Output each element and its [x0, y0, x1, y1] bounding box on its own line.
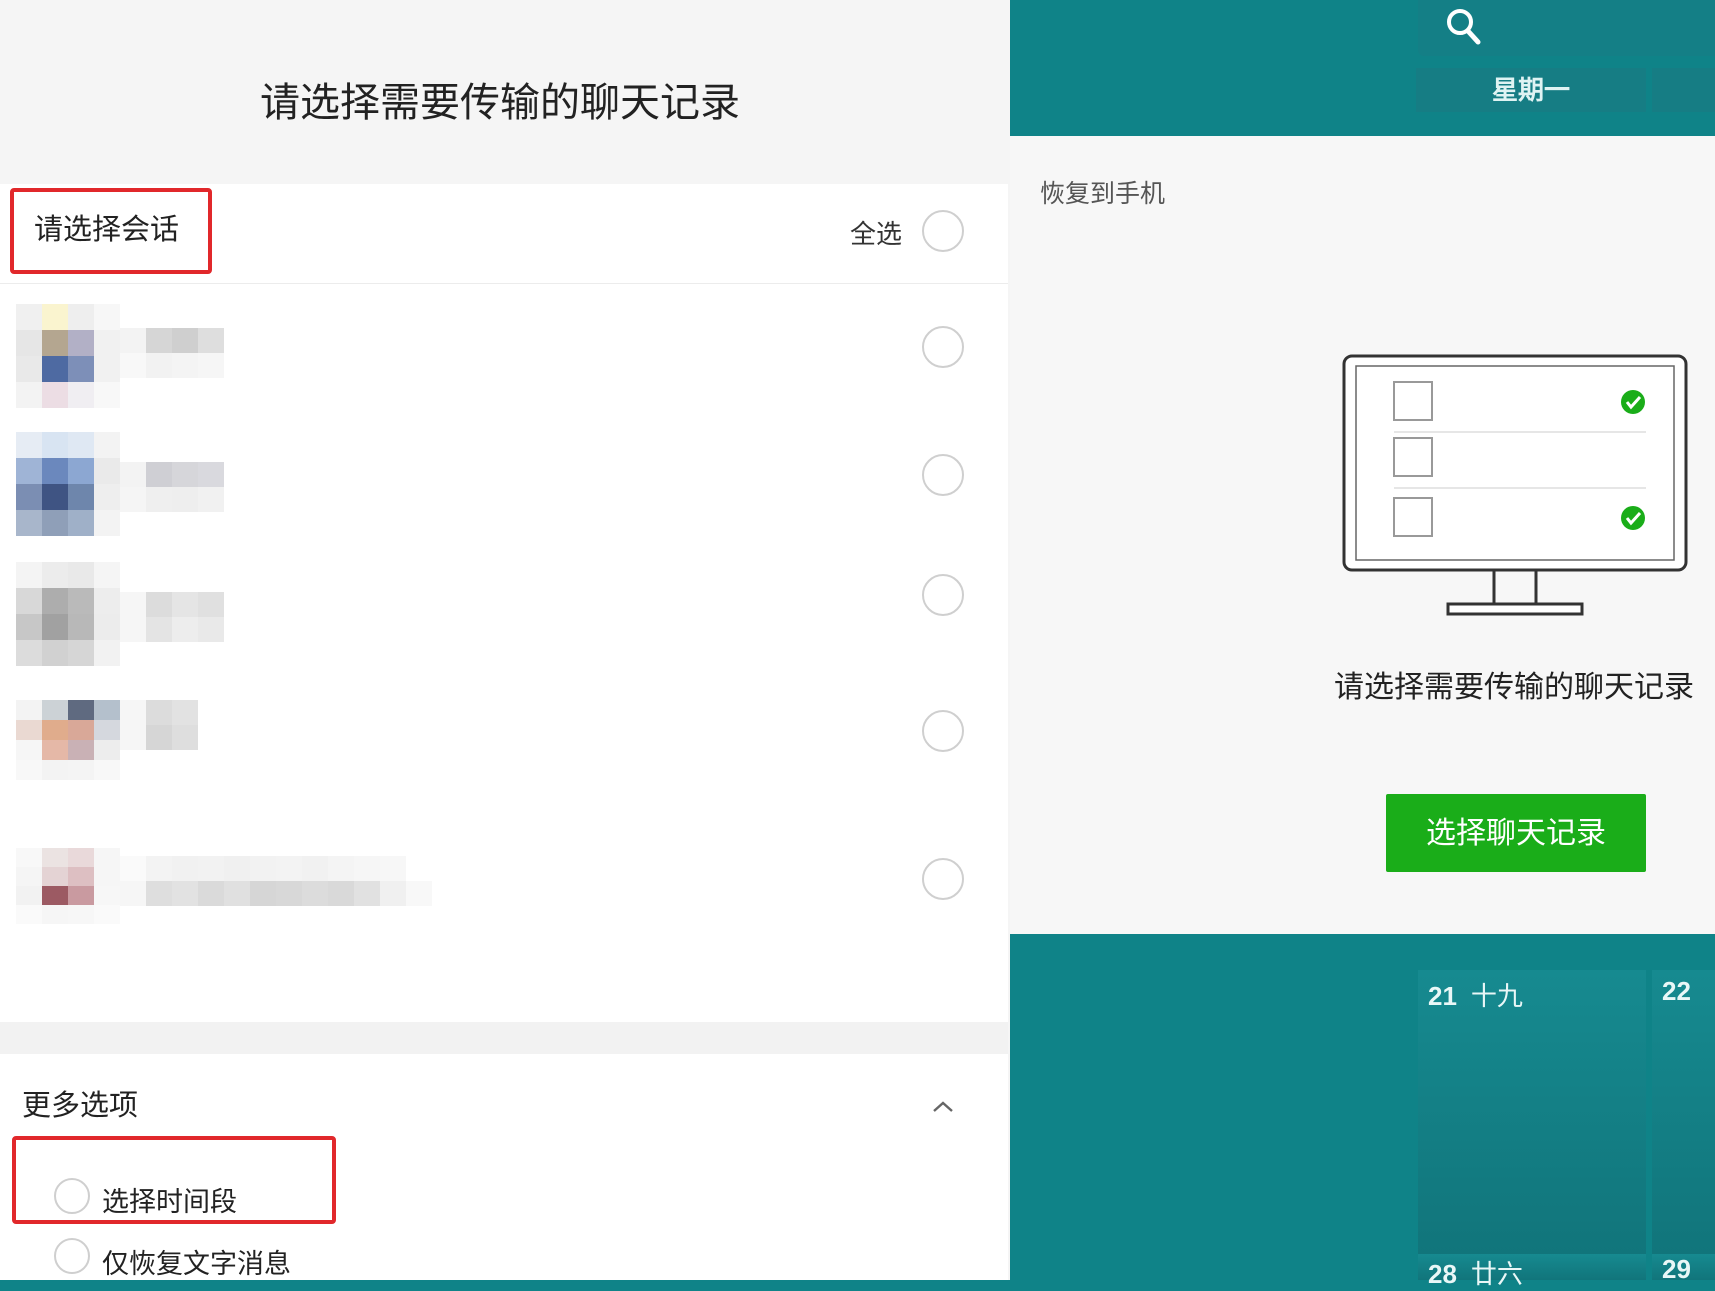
page-title: 请选择需要传输的聊天记录 — [260, 81, 740, 125]
blurred-contact-name — [120, 856, 432, 906]
session-radio[interactable] — [922, 454, 964, 496]
avatar — [16, 848, 120, 924]
calendar-day: 21 — [1428, 981, 1457, 1011]
text-only-radio[interactable] — [54, 1238, 90, 1274]
time-range-radio[interactable] — [54, 1178, 90, 1214]
calendar-lunar: 廿六 — [1470, 1259, 1523, 1289]
avatar — [16, 304, 120, 408]
session-row[interactable] — [0, 562, 1008, 692]
session-list-card: 请选择会话 全选 — [0, 184, 1008, 1022]
session-row[interactable] — [0, 432, 1008, 562]
search-icon[interactable] — [1444, 4, 1484, 48]
session-section-title: 请选择会话 — [10, 188, 212, 274]
restore-to-phone-label: 恢复到手机 — [1040, 180, 1166, 208]
session-radio[interactable] — [922, 326, 964, 368]
avatar — [16, 562, 120, 666]
calendar-cell[interactable]: 28 廿六 — [1418, 1254, 1646, 1289]
panel-header: 请选择需要传输的聊天记录 — [0, 0, 1010, 184]
chevron-up-icon[interactable] — [930, 1094, 956, 1120]
session-radio[interactable] — [922, 858, 964, 900]
text-only-label[interactable]: 仅恢复文字消息 — [102, 1242, 291, 1281]
chat-transfer-panel: 请选择需要传输的聊天记录 请选择会话 全选 更多选项 选择时间段 仅恢复文字消息 — [0, 0, 1010, 1280]
select-all-label[interactable]: 全选 — [850, 214, 902, 251]
avatar — [16, 432, 120, 536]
select-all-radio[interactable] — [922, 210, 964, 252]
calendar-day: 22 — [1662, 976, 1691, 1006]
restore-prompt: 请选择需要传输的聊天记录 — [1334, 671, 1694, 704]
blurred-contact-name — [120, 592, 224, 642]
session-radio[interactable] — [922, 574, 964, 616]
blurred-contact-name — [120, 462, 224, 512]
calendar-day: 28 — [1428, 1259, 1457, 1289]
session-radio[interactable] — [922, 710, 964, 752]
more-options-title: 更多选项 — [22, 1090, 139, 1122]
more-options-card: 更多选项 选择时间段 仅恢复文字消息 — [0, 1054, 1008, 1280]
weekday-header: 星期一 — [1416, 68, 1646, 112]
choose-chat-records-button[interactable]: 选择聊天记录 — [1386, 794, 1646, 872]
blurred-contact-name — [120, 328, 224, 378]
calendar-cell[interactable]: 21 十九 — [1418, 970, 1646, 1254]
weekday-header-next — [1652, 68, 1715, 112]
session-row[interactable] — [0, 304, 1008, 434]
calendar-lunar: 十九 — [1470, 981, 1523, 1011]
session-row[interactable] — [0, 700, 1008, 830]
section-divider — [0, 1022, 1008, 1054]
monitor-illustration-icon — [1342, 354, 1688, 616]
avatar — [16, 700, 120, 780]
blurred-contact-name — [120, 700, 198, 750]
calendar-cell[interactable]: 22 — [1652, 970, 1715, 1254]
time-range-label[interactable]: 选择时间段 — [102, 1180, 237, 1219]
session-row[interactable] — [0, 848, 1008, 978]
session-list-header: 请选择会话 全选 — [0, 184, 1008, 284]
calendar-cell[interactable]: 29 — [1652, 1254, 1715, 1284]
